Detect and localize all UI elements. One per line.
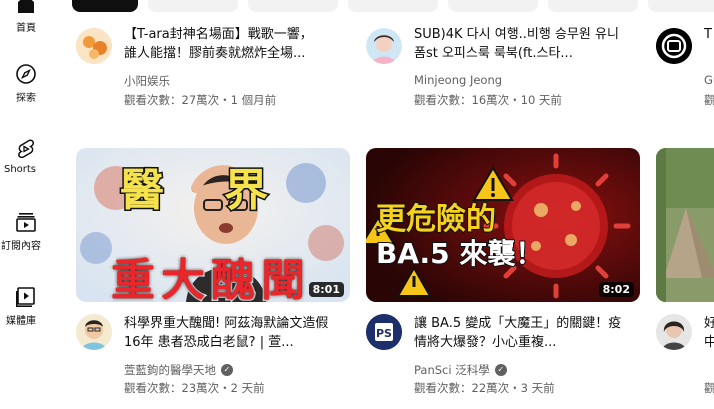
shorts-icon xyxy=(18,139,34,159)
chip[interactable] xyxy=(148,0,238,12)
video-meta: 觀看次數：22萬次・3 天前 xyxy=(414,381,555,395)
sidebar-item-explore[interactable]: 探索 xyxy=(0,62,52,104)
chip[interactable] xyxy=(548,0,638,12)
subscriptions-icon xyxy=(16,213,36,232)
video-title[interactable]: SUB)4K 다시 여행..비행 승무원 유니폼st 오피스룩 룩북(ft.스타… xyxy=(414,25,622,65)
channel-avatar[interactable] xyxy=(656,28,692,64)
channel-name-text[interactable]: 萱藍鉤的醫學天地 xyxy=(124,362,216,378)
sidebar-item-label: 訂閱內容 xyxy=(1,241,41,252)
sidebar-item-home[interactable]: 首頁 xyxy=(0,0,52,34)
video-thumbnail[interactable] xyxy=(656,148,714,302)
channel-name[interactable]: 萱藍鉤的醫學天地 ✓ xyxy=(124,362,233,378)
thumb-text-top: 醫 界 xyxy=(119,154,270,218)
channel-avatar[interactable] xyxy=(76,28,112,64)
sidebar-item-subscriptions[interactable]: 訂閱內容 xyxy=(0,210,52,252)
video-duration: 8:01 xyxy=(308,282,344,297)
thumb-word: 醫 xyxy=(119,164,166,218)
channel-avatar[interactable]: PS xyxy=(366,314,402,350)
video-meta: 觀 xyxy=(704,93,714,107)
channel-name[interactable]: 小阳娱乐 xyxy=(124,73,170,89)
chip[interactable] xyxy=(348,0,438,12)
video-thumbnail[interactable]: 更危險的 BA.5 來襲！ 8:02 xyxy=(366,148,640,302)
sidebar-item-label: 首頁 xyxy=(16,23,36,34)
sidebar-item-library[interactable]: 媒體庫 xyxy=(0,285,52,327)
home-icon xyxy=(18,0,34,13)
channel-name[interactable]: Gu xyxy=(704,73,714,87)
sidebar-item-label: 媒體庫 xyxy=(6,316,36,327)
library-icon xyxy=(16,287,35,307)
guide-rail: 首頁 探索 Shorts 訂閱內容 媒體庫 xyxy=(0,0,52,409)
video-title[interactable]: 【T-ara封神名場面】戰歌一響，誰人能擋！膠前奏就燃炸全場... xyxy=(124,25,324,65)
video-meta: 觀看次數：23萬次・2 天前 xyxy=(124,381,265,395)
channel-name[interactable]: PanSci 泛科學 ✓ xyxy=(414,362,507,378)
thumbnail-image xyxy=(656,148,714,302)
sidebar-item-label: Shorts xyxy=(3,164,37,175)
video-title[interactable]: 科學界重大醜聞! 阿茲海默論文造假16年 患者恐成白老鼠? | 萱... xyxy=(124,314,332,354)
channel-name-text[interactable]: Gu xyxy=(704,73,714,87)
video-duration: 8:02 xyxy=(598,282,634,297)
video-title[interactable]: 讓 BA.5 變成「大魔王」的關鍵！疫情將大爆發？小心重複... xyxy=(414,314,622,354)
thumb-text-bottom: 重大醜聞 xyxy=(110,254,311,303)
compass-icon xyxy=(16,64,36,84)
sidebar-item-shorts[interactable]: Shorts xyxy=(0,137,52,175)
chip[interactable] xyxy=(648,0,714,12)
channel-avatar[interactable] xyxy=(366,28,402,64)
channel-avatar[interactable] xyxy=(76,314,112,350)
thumb-word: 界 xyxy=(223,164,270,218)
chip[interactable] xyxy=(448,0,538,12)
chip[interactable] xyxy=(248,0,338,12)
video-meta: 觀看次數：16萬次・10 天前 xyxy=(414,93,562,107)
sidebar-item-label: 探索 xyxy=(16,93,36,104)
svg-text:PS: PS xyxy=(376,327,392,340)
channel-name-text[interactable]: 小阳娱乐 xyxy=(124,73,170,89)
channel-avatar[interactable] xyxy=(656,314,692,350)
channel-name[interactable]: Minjeong Jeong xyxy=(414,73,502,87)
filter-chips-bar xyxy=(72,0,714,12)
channel-name-text[interactable]: Minjeong Jeong xyxy=(414,73,502,87)
video-title[interactable]: 好 中 xyxy=(704,314,714,354)
thumb-text-line2: BA.5 來襲！ xyxy=(375,236,544,271)
verified-badge-icon: ✓ xyxy=(494,364,507,376)
video-thumbnail[interactable]: 醫 界 重大醜聞 8:01 xyxy=(76,148,350,302)
video-title[interactable]: T xyxy=(704,25,714,65)
verified-badge-icon: ✓ xyxy=(221,364,233,376)
chip-all[interactable] xyxy=(72,0,138,12)
video-meta: 觀 xyxy=(704,381,714,395)
video-meta: 觀看次數：27萬次・1 個月前 xyxy=(124,93,277,107)
channel-name-text[interactable]: PanSci 泛科學 xyxy=(414,362,490,378)
